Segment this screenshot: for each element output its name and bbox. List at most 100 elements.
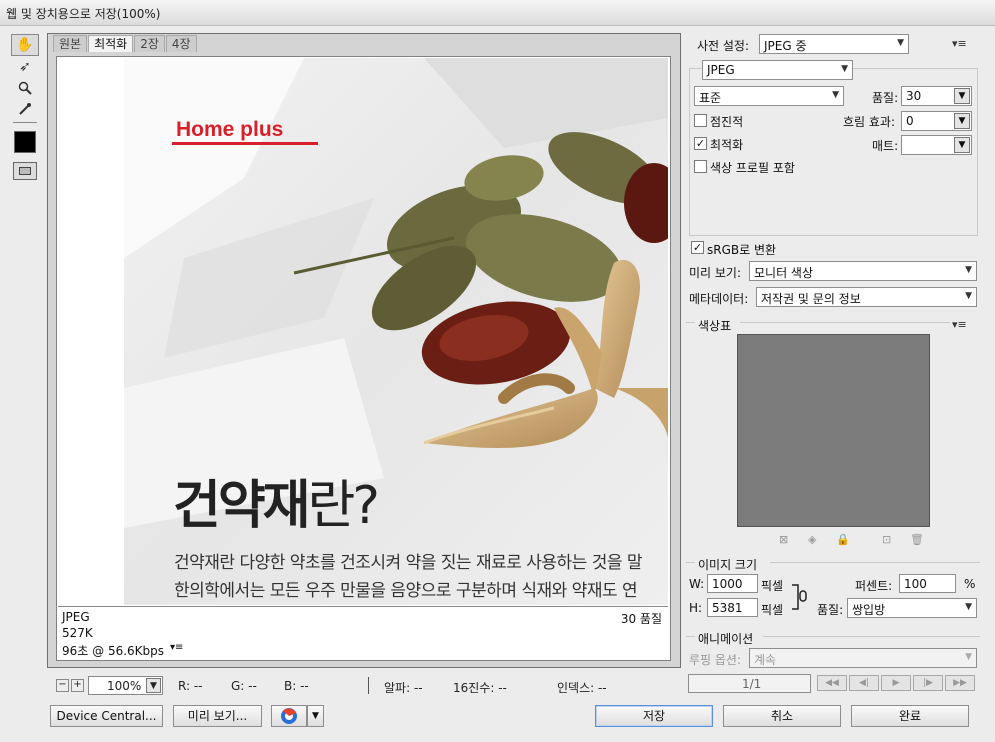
tab-original[interactable]: 원본	[53, 35, 88, 52]
loop-options-select[interactable]: 계속 ▼	[749, 648, 977, 668]
status-bar: − + 100% ▼ R: -- G: -- B: -- 알파: -- 16진수…	[50, 676, 690, 696]
zoom-in-button[interactable]: +	[71, 679, 84, 692]
loop-options-label: 루핑 옵션:	[689, 653, 742, 667]
index-readout: 인덱스: --	[557, 681, 607, 695]
window-title: 웹 및 장치용으로 저장(100%)	[6, 7, 161, 21]
zoom-level-value: 100%	[107, 679, 142, 693]
zoom-out-button[interactable]: −	[56, 679, 69, 692]
blur-label: 흐림 효과:	[843, 115, 896, 129]
color-profile-checkbox[interactable]	[694, 160, 707, 173]
matte-select[interactable]: ▼	[901, 135, 972, 155]
chevron-down-icon: ▼	[965, 652, 972, 662]
width-label: W:	[689, 577, 705, 591]
constrain-proportions-icon[interactable]	[792, 583, 808, 611]
preset-select[interactable]: JPEG 중 ▼	[759, 34, 909, 54]
color-table-menu-icon[interactable]: ▾≡	[952, 318, 967, 331]
web-snap-icon[interactable]: ◈	[808, 533, 816, 546]
title-bar: 웹 및 장치용으로 저장(100%)	[0, 0, 995, 26]
percent-unit: %	[964, 577, 976, 591]
resample-quality-select[interactable]: 쌍입방 ▼	[847, 598, 977, 618]
image-canvas[interactable]: Home plus 건약재란? 건약재란 다양한 약초를 건조시켜 약을 짓는 …	[58, 58, 668, 605]
alpha-readout: 알파: --	[384, 681, 423, 695]
format-select[interactable]: JPEG ▼	[702, 60, 853, 80]
chevron-down-icon: ▼	[965, 602, 972, 612]
browser-icon	[281, 708, 297, 724]
slice-select-tool-icon[interactable]: ➶	[11, 56, 39, 78]
zoom-level-select[interactable]: 100% ▼	[88, 676, 163, 695]
previous-frame-button[interactable]: ◀|	[849, 675, 879, 691]
status-divider	[368, 677, 369, 694]
save-button[interactable]: 저장	[595, 705, 713, 727]
preview-button[interactable]: 미리 보기...	[173, 705, 262, 727]
page-heading: 건약재란?	[173, 463, 380, 538]
optimized-checkbox[interactable]: ✓	[694, 137, 707, 150]
chevron-down-icon: ▼	[965, 265, 972, 275]
first-frame-button[interactable]: ◀◀	[817, 675, 847, 691]
height-unit: 픽셀	[761, 603, 784, 617]
browser-preview-button[interactable]	[271, 705, 307, 727]
map-transparent-icon[interactable]: ⊠	[779, 533, 788, 546]
preview-select[interactable]: 모니터 색상 ▼	[749, 261, 977, 281]
chevron-down-icon: ▼	[146, 678, 161, 693]
quality-input[interactable]: 30 ▼	[901, 86, 972, 106]
device-central-button[interactable]: Device Central...	[50, 705, 163, 727]
image-preview-frame: Home plus 건약재란? 건약재란 다양한 약초를 건조시켜 약을 짓는 …	[56, 56, 671, 661]
cancel-button[interactable]: 취소	[723, 705, 841, 727]
last-frame-button[interactable]: ▶▶	[945, 675, 975, 691]
eyedropper-tool-icon[interactable]	[11, 98, 39, 120]
play-button[interactable]: ▶	[881, 675, 911, 691]
hand-tool-icon[interactable]: ✋	[11, 34, 39, 56]
metadata-label: 메타데이터:	[689, 292, 749, 306]
blur-input[interactable]: 0 ▼	[901, 111, 972, 131]
percent-input[interactable]: 100	[899, 574, 956, 593]
divider	[770, 562, 980, 563]
trash-icon[interactable]: 🗑	[910, 533, 924, 546]
image-size-title: 이미지 크기	[698, 558, 758, 572]
red-readout: R: --	[178, 679, 203, 693]
preset-menu-icon[interactable]: ▾≡	[952, 37, 967, 50]
view-tabs: 원본 최적화 2장 4장	[53, 35, 198, 53]
chevron-down-icon: ▼	[897, 38, 904, 48]
quality-label: 품질:	[872, 91, 899, 105]
height-input[interactable]: 5381	[707, 598, 758, 617]
optimization-info-bar: JPEG 527K 96초 @ 56.6Kbps ▾≡ 30 품질	[58, 606, 668, 658]
tab-4-up[interactable]: 4장	[165, 35, 197, 52]
metadata-select[interactable]: 저작권 및 문의 정보 ▼	[756, 287, 977, 307]
eyedropper-color-swatch[interactable]	[14, 131, 36, 153]
progressive-checkbox[interactable]	[694, 114, 707, 127]
chevron-down-icon: ▼	[954, 137, 970, 153]
compression-select[interactable]: 표준 ▼	[694, 86, 844, 106]
next-frame-button[interactable]: |▶	[913, 675, 943, 691]
divider	[686, 636, 695, 637]
chevron-down-icon: ▼	[954, 88, 970, 104]
animation-title: 애니메이션	[698, 632, 754, 646]
color-table-area[interactable]	[737, 334, 930, 527]
preview-panel: 원본 최적화 2장 4장 Home plus 건약재란? 건약재란 다양한 약초…	[47, 33, 681, 668]
tab-2-up[interactable]: 2장	[134, 35, 165, 52]
zoom-tool-icon[interactable]	[11, 77, 39, 99]
download-speed-menu-icon[interactable]: ▾≡	[170, 642, 183, 653]
optimized-label: 최적화	[710, 138, 744, 152]
srgb-label: sRGB로 변환	[707, 243, 777, 257]
chevron-down-icon: ▼	[954, 113, 970, 129]
preset-label: 사전 설정:	[697, 39, 750, 53]
hex-readout: 16진수: --	[453, 681, 507, 695]
matte-label: 매트:	[872, 139, 899, 153]
tool-divider	[13, 122, 37, 123]
browser-select-dropdown[interactable]: ▼	[307, 705, 324, 727]
new-color-icon[interactable]: ⊡	[882, 533, 891, 546]
body-text-line-2: 한의학에서는 모든 우주 만물을 음양으로 구분하며 식재와 약재도 연	[174, 581, 638, 601]
color-profile-label: 색상 프로필 포함	[710, 161, 795, 175]
toggle-slices-visibility-icon[interactable]	[13, 162, 37, 180]
tab-optimized[interactable]: 최적화	[88, 35, 134, 52]
home-plus-logo: Home plus	[176, 118, 283, 141]
frame-counter: 1/1	[688, 674, 811, 693]
lock-color-icon[interactable]: 🔒	[836, 533, 850, 546]
info-quality: 30 품질	[620, 612, 662, 626]
info-download-time: 96초 @ 56.6Kbps	[62, 644, 165, 658]
width-input[interactable]: 1000	[707, 574, 758, 593]
divider	[686, 322, 695, 323]
srgb-checkbox[interactable]: ✓	[691, 241, 704, 254]
done-button[interactable]: 완료	[851, 705, 969, 727]
divider	[686, 562, 695, 563]
